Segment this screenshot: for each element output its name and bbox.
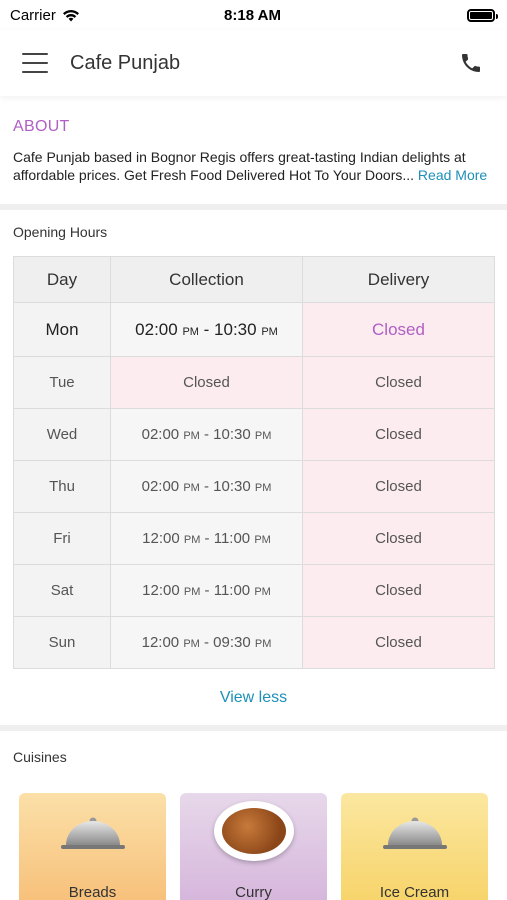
table-row: Sun 12:00 PM - 09:30 PM Closed (13, 616, 495, 669)
status-right (375, 8, 498, 22)
column-header-day: Day (13, 256, 111, 303)
cuisines-heading: Cuisines (13, 749, 67, 765)
day-cell: Sun (13, 616, 111, 669)
column-header-collection: Collection (110, 256, 303, 303)
status-left: Carrier (10, 7, 130, 24)
collection-cell: 02:00 PM - 10:30 PM (110, 460, 303, 513)
delivery-cell: Closed (302, 564, 495, 617)
phone-call-button[interactable] (455, 47, 487, 79)
read-more-link[interactable]: Read More (418, 167, 487, 183)
delivery-cell: Closed (302, 408, 495, 461)
curry-dish-image (213, 801, 294, 861)
table-row: Wed 02:00 PM - 10:30 PM Closed (13, 408, 495, 461)
carrier-label: Carrier (10, 6, 56, 24)
about-section: ABOUT Cafe Punjab based in Bognor Regis … (0, 96, 507, 210)
status-bar: Carrier 8:18 AM (0, 0, 507, 30)
collection-cell: 12:00 PM - 11:00 PM (110, 512, 303, 565)
column-header-delivery: Delivery (302, 256, 495, 303)
status-time: 8:18 AM (224, 6, 281, 24)
about-text-line1: Cafe Punjab based in Bognor Regis offers… (13, 149, 466, 165)
collection-cell: 02:00 PM - 10:30 PM (110, 408, 303, 461)
cuisine-label: Ice Cream (379, 884, 450, 900)
cloche-icon (58, 815, 128, 860)
collection-cell: 12:00 PM - 11:00 PM (110, 564, 303, 617)
cuisine-label: Curry (235, 884, 272, 900)
table-row: Sat 12:00 PM - 11:00 PM Closed (13, 564, 495, 617)
day-cell: Sat (13, 564, 111, 617)
cuisine-label: Breads (68, 884, 117, 900)
about-description: Cafe Punjab based in Bognor Regis offers… (13, 148, 494, 184)
collection-cell: Closed (110, 356, 303, 409)
table-row: Thu 02:00 PM - 10:30 PM Closed (13, 460, 495, 513)
cuisines-section: Cuisines Breads Curry Ice Cream (0, 731, 507, 900)
view-less-link[interactable]: View less (13, 669, 494, 725)
cloche-icon (380, 815, 450, 860)
collection-cell: 02:00 PM - 10:30 PM (110, 302, 303, 357)
day-cell: Thu (13, 460, 111, 513)
cuisine-card[interactable]: Ice Cream (341, 793, 488, 900)
day-cell: Fri (13, 512, 111, 565)
delivery-cell: Closed (302, 302, 495, 357)
day-cell: Mon (13, 302, 111, 357)
day-cell: Tue (13, 356, 111, 409)
table-header-row: Day Collection Delivery (13, 256, 495, 303)
delivery-cell: Closed (302, 356, 495, 409)
table-row: Tue Closed Closed (13, 356, 495, 409)
opening-hours-heading: Opening Hours (13, 224, 108, 240)
battery-icon (467, 8, 498, 22)
page-title: Cafe Punjab (70, 51, 181, 74)
cuisine-list: Breads Curry Ice Cream (13, 793, 494, 900)
phone-icon (462, 54, 480, 72)
delivery-cell: Closed (302, 512, 495, 565)
cuisine-card[interactable]: Curry (180, 793, 327, 900)
wifi-icon (62, 9, 79, 21)
table-row: Mon 02:00 PM - 10:30 PM Closed (13, 302, 495, 357)
about-text-line2: affordable prices. Get Fresh Food Delive… (13, 167, 415, 183)
about-heading: ABOUT (13, 118, 70, 135)
delivery-cell: Closed (302, 460, 495, 513)
opening-hours-table: Day Collection Delivery Mon 02:00 PM - 10… (13, 256, 495, 669)
day-cell: Wed (13, 408, 111, 461)
collection-cell: 12:00 PM - 09:30 PM (110, 616, 303, 669)
app-header: Cafe Punjab (0, 30, 507, 96)
opening-hours-section: Opening Hours Day Collection Delivery Mo… (0, 210, 507, 731)
cuisine-card[interactable]: Breads (19, 793, 166, 900)
delivery-cell: Closed (302, 616, 495, 669)
menu-icon[interactable] (22, 53, 48, 73)
table-row: Fri 12:00 PM - 11:00 PM Closed (13, 512, 495, 565)
